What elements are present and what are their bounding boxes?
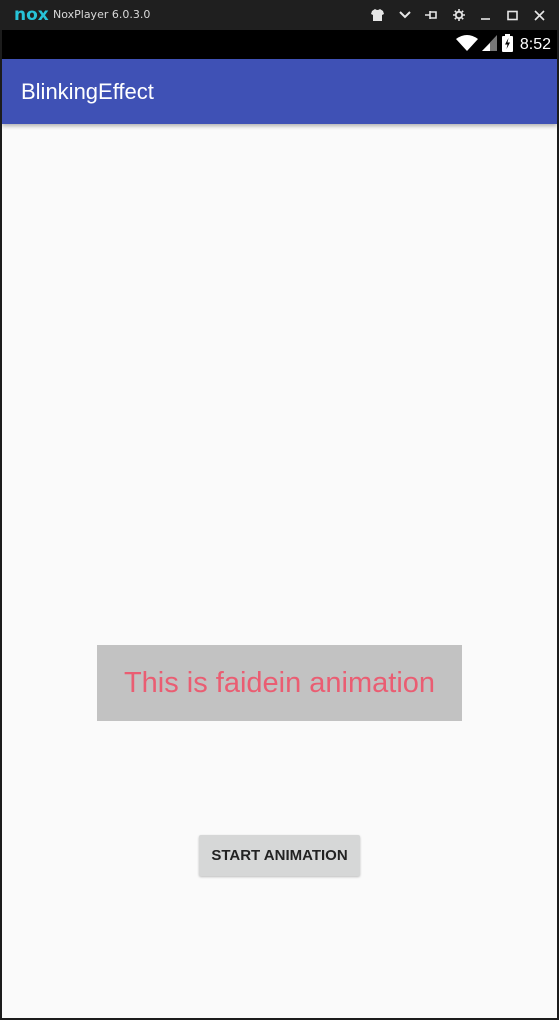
fade-animation-text: This is faidein animation [97,645,462,721]
gear-icon[interactable] [445,5,472,25]
battery-charging-icon [501,34,513,56]
minimize-icon[interactable] [472,5,499,25]
status-clock: 8:52 [519,36,551,53]
close-icon[interactable] [526,5,553,25]
shirt-icon[interactable] [364,5,391,25]
start-animation-button[interactable]: START ANIMATION [199,835,360,876]
maximize-icon[interactable] [499,5,526,25]
wifi-icon [455,34,478,56]
status-bar: 8:52 [2,30,557,59]
window-controls [364,5,553,25]
app-title: BlinkingEffect [21,79,154,104]
emulator-titlebar: nox NoxPlayer 6.0.3.0 [0,0,559,30]
pin-icon[interactable] [418,5,445,25]
status-icons: 8:52 [455,34,551,56]
app-bar: BlinkingEffect [2,59,557,124]
phone-screen: 8:52 BlinkingEffect This is faidein anim… [2,30,557,1018]
emulator-title: NoxPlayer 6.0.3.0 [53,8,151,21]
signal-icon [481,34,498,56]
nox-logo: nox [14,5,49,25]
chevron-down-icon[interactable] [391,5,418,25]
